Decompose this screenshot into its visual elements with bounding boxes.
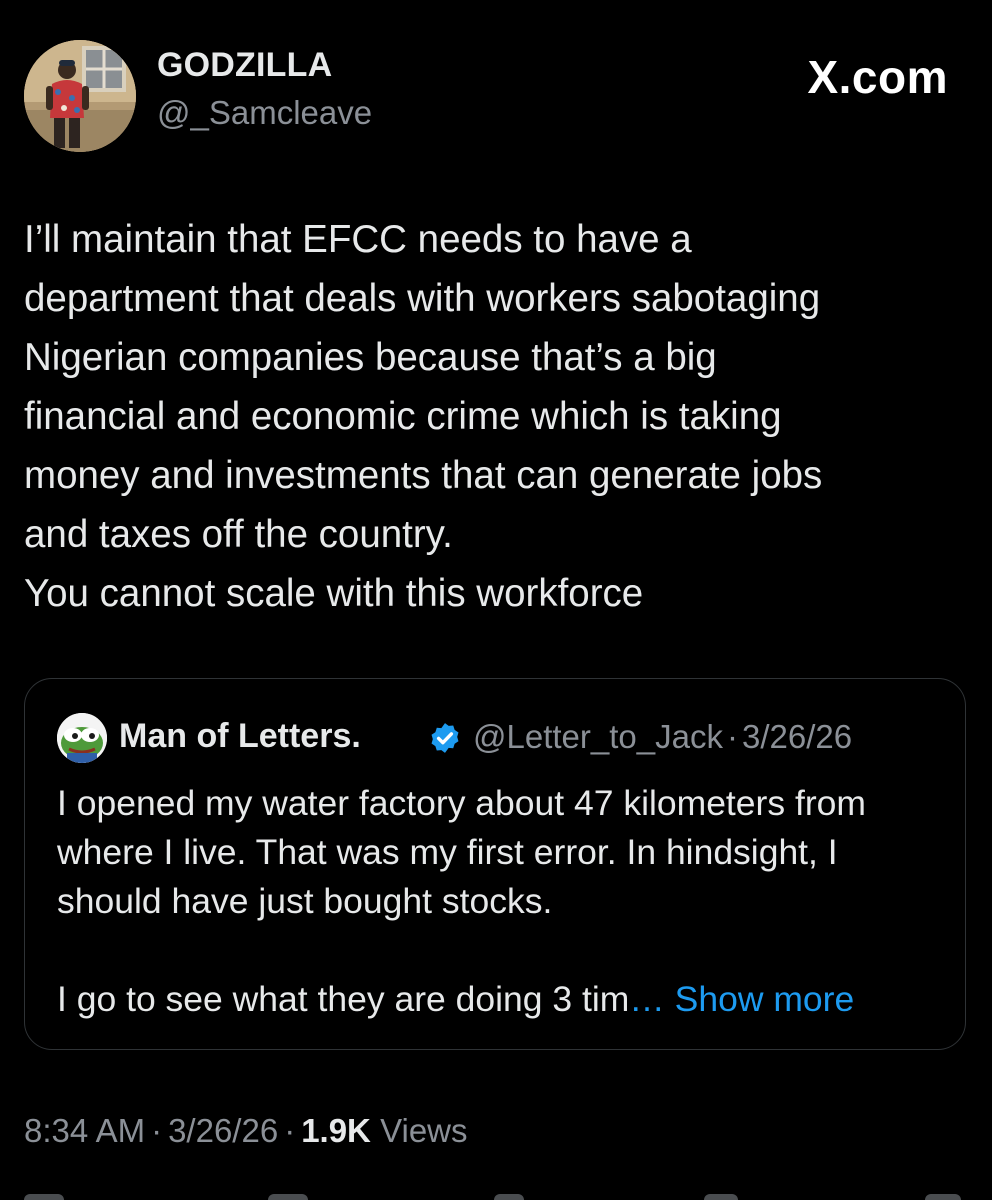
quoted-tweet-paragraph: I opened my water factory about 47 kilom… — [57, 783, 866, 921]
quoted-author-avatar[interactable] — [57, 713, 107, 763]
quoted-tweet-date[interactable]: 3/26/26 — [742, 718, 852, 755]
author-avatar[interactable] — [24, 40, 136, 152]
quoted-author-handle[interactable]: @Letter_to_Jack — [473, 718, 723, 755]
show-more-link[interactable]: … Show more — [629, 979, 854, 1019]
meta-separator: · — [151, 1112, 163, 1149]
tweet-meta: 8:34 AM · 3/26/26 · 1.9K Views — [24, 1112, 468, 1150]
repost-icon[interactable] — [268, 1194, 308, 1200]
quoted-author-meta: @Letter_to_Jack · 3/26/26 — [473, 718, 852, 756]
x-brand-label: X.com — [807, 51, 948, 103]
quoted-tweet-truncated-text: I go to see what they are doing 3 tim — [57, 979, 630, 1019]
views-label: Views — [380, 1112, 468, 1149]
meta-separator: · — [726, 718, 738, 755]
quoted-tweet-paragraph-truncated: I go to see what they are doing 3 tim… S… — [57, 975, 937, 1024]
quoted-author-display-name[interactable]: Man of Letters. — [119, 717, 361, 756]
bookmark-icon[interactable] — [704, 1194, 738, 1200]
author-handle[interactable]: @_Samcleave — [157, 94, 372, 132]
verified-badge-icon — [431, 723, 459, 753]
tweet-text: I’ll maintain that EFCC needs to have a … — [24, 218, 823, 615]
action-bar-edge — [0, 1188, 992, 1200]
reply-icon[interactable] — [24, 1194, 64, 1200]
tweet-header: GODZILLA @_Samcleave X.com — [24, 40, 968, 152]
share-icon[interactable] — [925, 1194, 961, 1200]
views-count[interactable]: 1.9K — [301, 1112, 371, 1149]
like-icon[interactable] — [494, 1194, 524, 1200]
quoted-tweet-header: Man of Letters. @Letter_to_Jack · 3/26/26 — [57, 713, 957, 763]
tweet-date[interactable]: 3/26/26 — [168, 1112, 278, 1149]
meta-separator: · — [284, 1112, 296, 1149]
quoted-tweet-card[interactable]: Man of Letters. @Letter_to_Jack · 3/26/26 … — [24, 678, 966, 1050]
tweet-time[interactable]: 8:34 AM — [24, 1112, 145, 1149]
author-display-name[interactable]: GODZILLA — [157, 46, 332, 85]
quoted-tweet-body: I opened my water factory about 47 kilom… — [57, 779, 937, 1024]
